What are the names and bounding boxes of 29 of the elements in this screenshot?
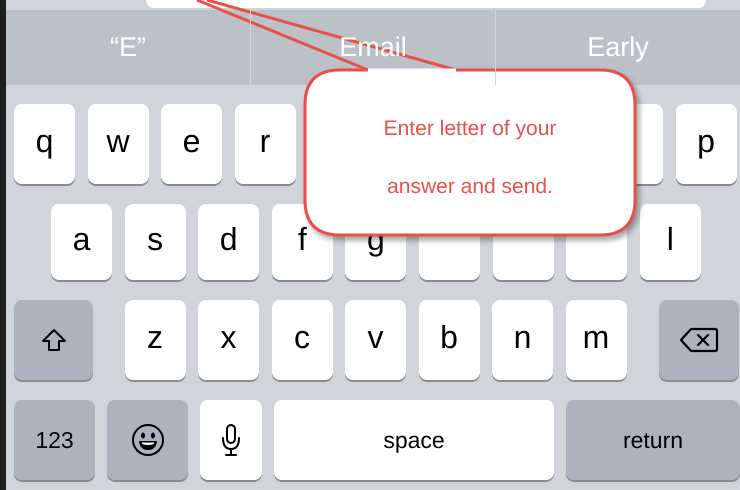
dictation-key[interactable] bbox=[200, 400, 262, 480]
shift-icon bbox=[40, 328, 66, 352]
letter-key[interactable]: l bbox=[640, 204, 701, 280]
letter-key[interactable]: r bbox=[234, 104, 296, 184]
input-field[interactable] bbox=[146, 0, 706, 8]
backspace-icon bbox=[679, 327, 719, 353]
smiley-icon bbox=[130, 423, 164, 457]
tooltip-text: Enter letter of your answer and send. bbox=[382, 116, 558, 200]
letter-key[interactable]: c bbox=[272, 300, 332, 380]
letter-key[interactable]: b bbox=[418, 300, 480, 380]
letter-key[interactable]: q bbox=[14, 104, 75, 184]
numbers-key[interactable]: 123 bbox=[14, 400, 95, 480]
letter-key[interactable]: x bbox=[198, 300, 259, 380]
letter-key[interactable]: n bbox=[492, 300, 553, 380]
letter-key[interactable]: p bbox=[676, 104, 736, 184]
letter-key[interactable]: z bbox=[124, 300, 186, 380]
delete-key[interactable] bbox=[659, 300, 739, 380]
microphone-icon bbox=[220, 423, 242, 457]
letter-key[interactable]: e bbox=[161, 104, 222, 184]
letter-key[interactable]: v bbox=[345, 300, 406, 380]
letter-key[interactable]: w bbox=[88, 104, 148, 184]
letter-key[interactable]: a bbox=[51, 204, 112, 280]
letter-key[interactable]: m bbox=[566, 300, 626, 380]
shift-key[interactable] bbox=[14, 300, 93, 380]
emoji-key[interactable] bbox=[107, 400, 188, 480]
letter-key[interactable]: d bbox=[198, 204, 260, 280]
letter-key[interactable]: s bbox=[124, 204, 186, 280]
space-key[interactable]: space bbox=[274, 400, 554, 480]
return-key[interactable]: return bbox=[566, 400, 740, 480]
